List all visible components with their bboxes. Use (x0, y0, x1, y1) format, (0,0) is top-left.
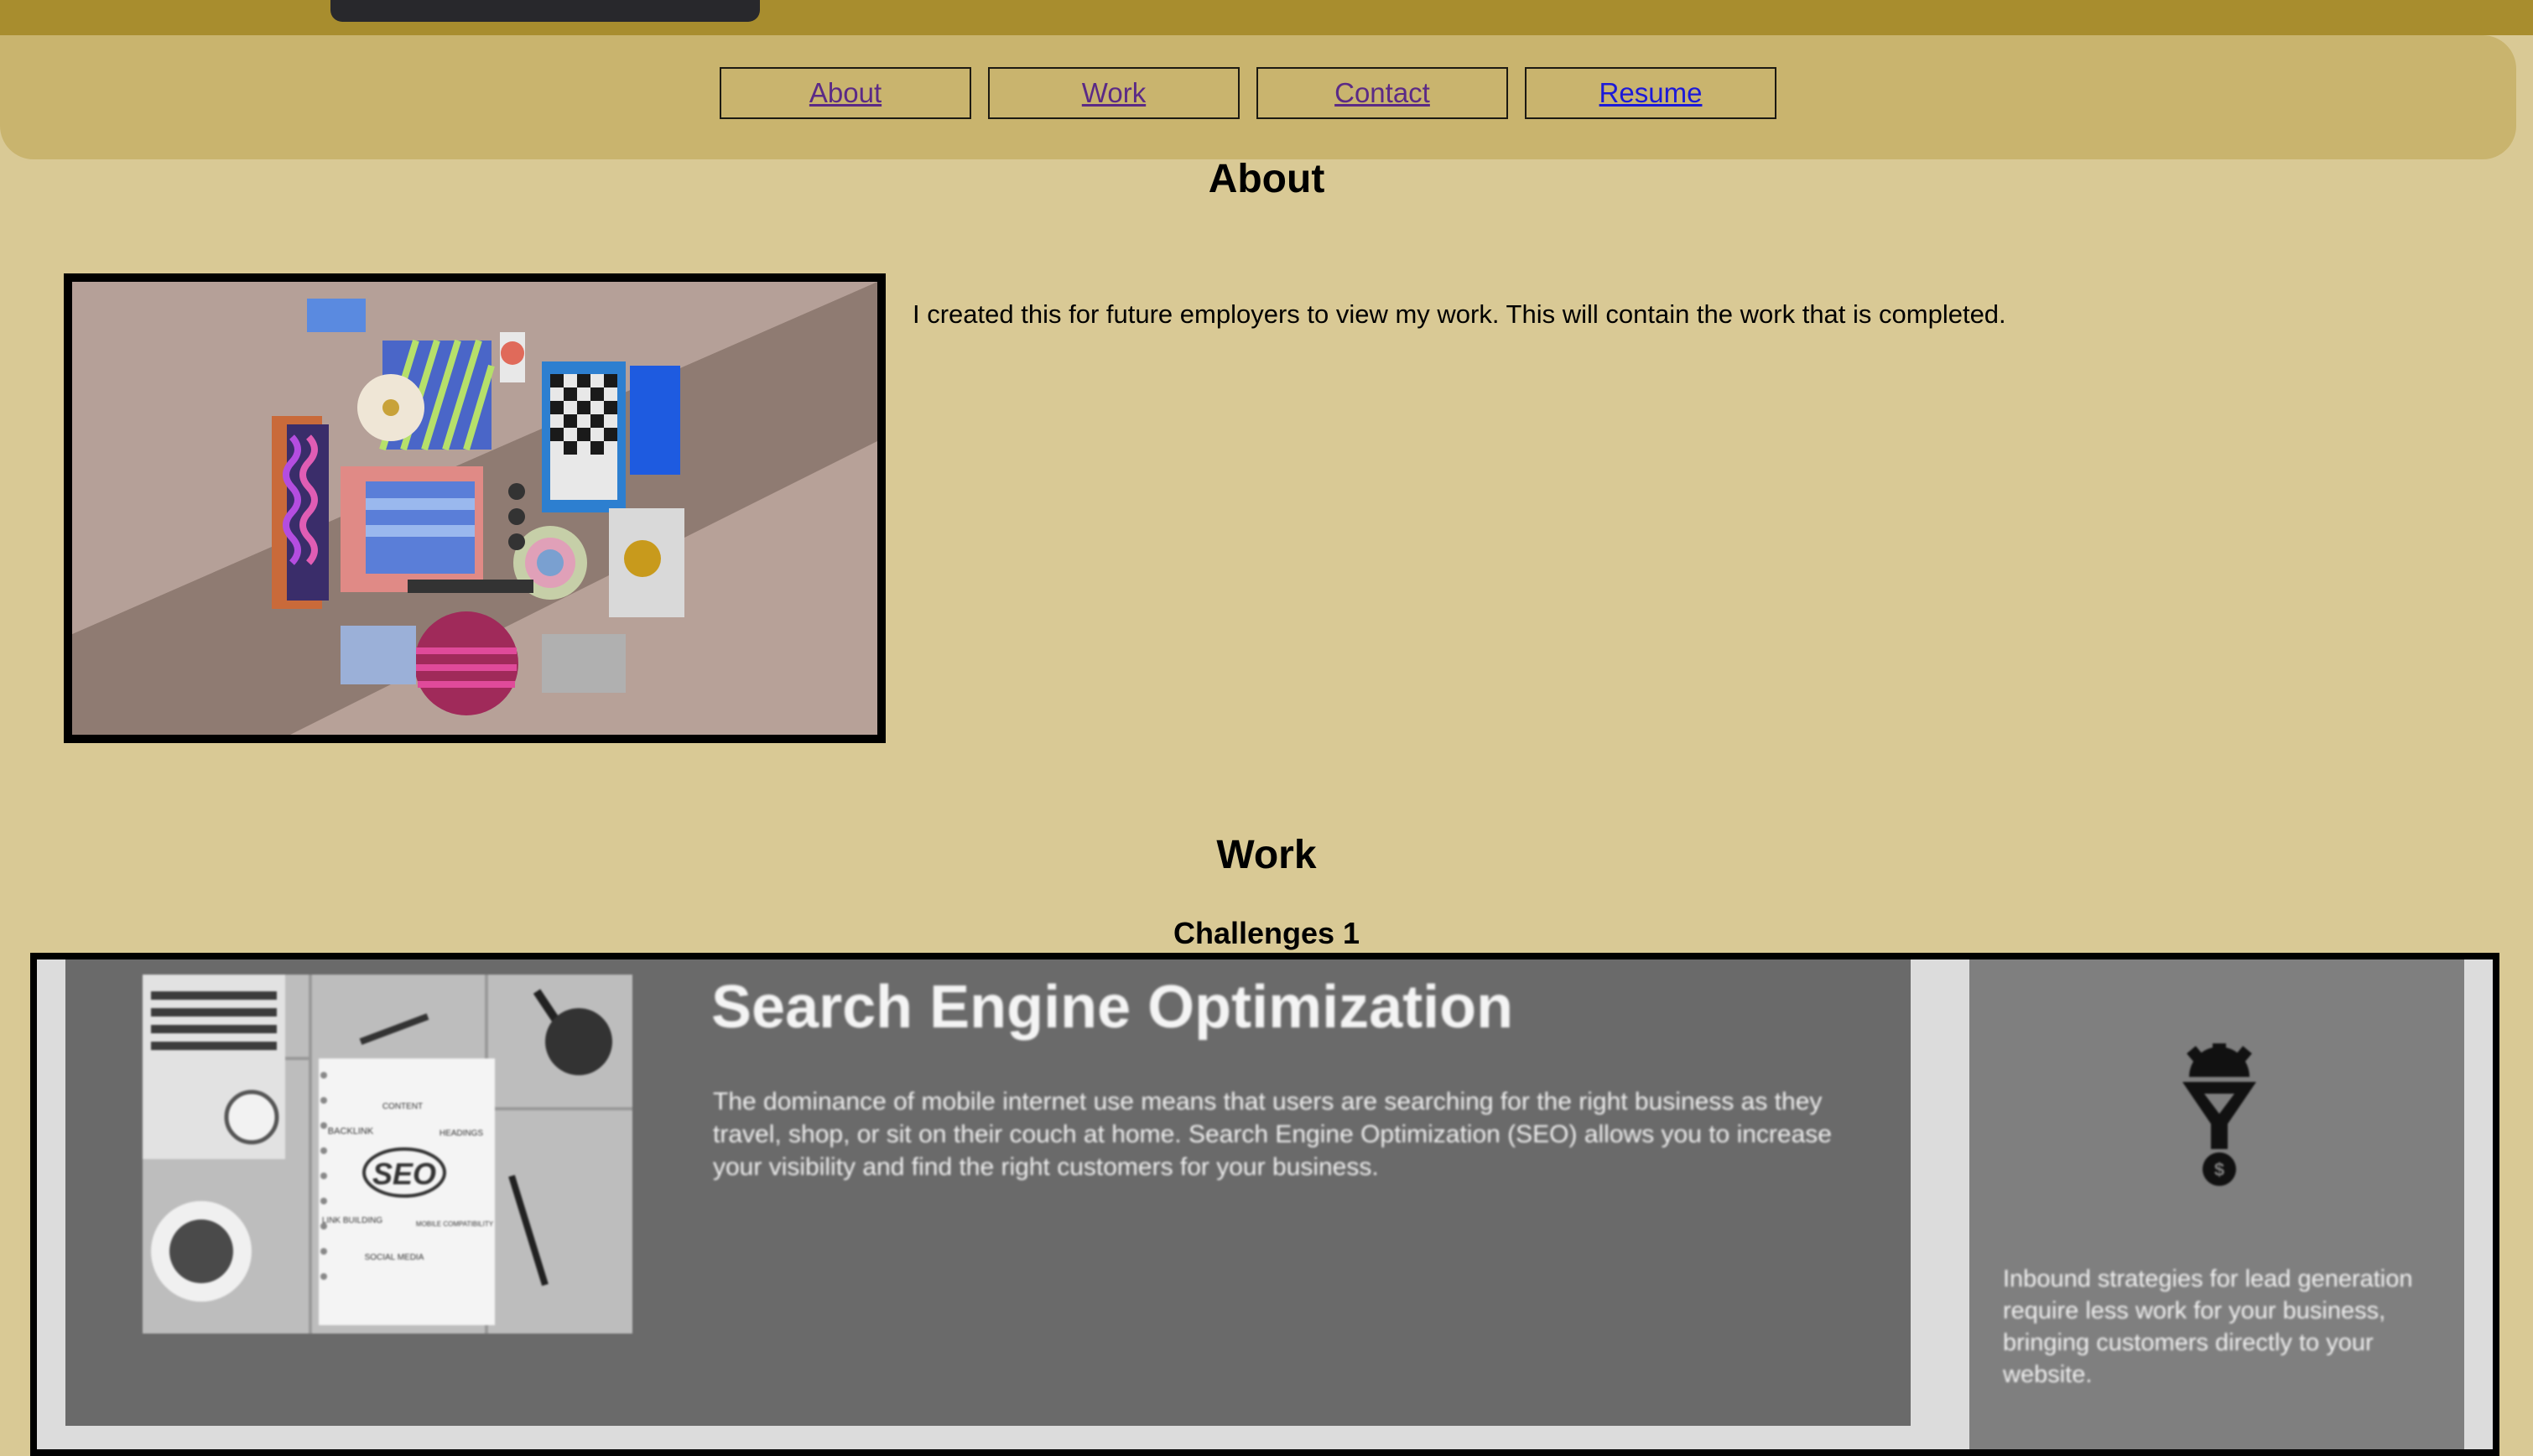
seo-photo-word: SEO (372, 1157, 436, 1191)
seo-photo-label-content: CONTENT (382, 1102, 423, 1111)
nav-bar: About Work Contact Resume (0, 35, 2516, 159)
seo-description: The dominance of mobile internet use mea… (713, 1088, 1832, 1181)
project-title: Challenges 1 (1173, 916, 1360, 950)
seo-hero-panel: SEO CONTENT BACKLINK HEADINGS LINK BUILD… (65, 959, 1911, 1426)
seo-title: Search Engine Optimization (711, 974, 1514, 1041)
svg-text:$: $ (2214, 1159, 2224, 1180)
seo-photo-label-link-building: LINK BUILDING (322, 1216, 382, 1225)
about-description: I created this for future employers to v… (913, 299, 2006, 329)
seo-photo-label-social: SOCIAL MEDIA (365, 1253, 424, 1262)
nav-link-work[interactable]: Work (988, 67, 1240, 119)
dark-tab-shape (330, 0, 760, 22)
nav-link-resume[interactable]: Resume (1525, 67, 1776, 119)
seo-photo-illustration: SEO CONTENT BACKLINK HEADINGS LINK BUILD… (143, 975, 632, 1334)
seo-photo-label-backlink: BACKLINK (328, 1126, 374, 1136)
seo-desk-photo: SEO CONTENT BACKLINK HEADINGS LINK BUILD… (143, 975, 632, 1334)
browser-top-strip (0, 0, 2533, 35)
nav-list: About Work Contact Resume (720, 67, 1776, 119)
nav-link-contact[interactable]: Contact (1256, 67, 1508, 119)
nav-link-about[interactable]: About (720, 67, 971, 119)
about-image (64, 273, 886, 743)
abstract-objects-illustration (72, 282, 877, 735)
about-heading: About (1208, 157, 1325, 201)
lead-generation-text: Inbound strategies for lead generation r… (2003, 1266, 2413, 1388)
project-screenshot: SEO CONTENT BACKLINK HEADINGS LINK BUILD… (30, 953, 2499, 1456)
lead-funnel-icon: $ (2182, 1043, 2256, 1186)
lead-generation-panel: $ Inbound strategies for lead generation… (1969, 959, 2464, 1449)
seo-photo-label-mobile: MOBILE COMPATIBILITY (416, 1220, 494, 1228)
work-heading: Work (1216, 833, 1317, 877)
seo-photo-label-headings: HEADINGS (440, 1129, 484, 1138)
